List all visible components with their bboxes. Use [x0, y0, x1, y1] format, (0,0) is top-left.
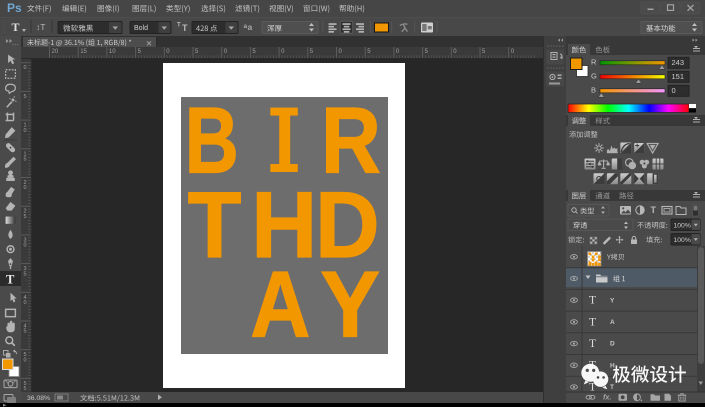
svg-text:0: 0 — [511, 49, 515, 55]
svg-text:5: 5 — [24, 94, 27, 100]
svg-text:5: 5 — [24, 329, 27, 335]
svg-text:D: D — [610, 341, 615, 348]
svg-text:T: T — [610, 384, 614, 391]
svg-text:20: 20 — [52, 49, 59, 55]
svg-text:0: 0 — [24, 357, 27, 363]
svg-text:T: T — [589, 316, 596, 328]
svg-text:0: 0 — [24, 243, 27, 249]
svg-text:151: 151 — [672, 72, 685, 81]
svg-text:5: 5 — [367, 49, 371, 55]
svg-text:0: 0 — [281, 49, 285, 55]
svg-text:5: 5 — [310, 49, 314, 55]
svg-text:5: 5 — [24, 386, 27, 392]
svg-text:0: 0 — [24, 185, 27, 191]
svg-text:5: 5 — [24, 157, 27, 163]
svg-text:36.08%: 36.08% — [27, 395, 50, 402]
svg-text:T: T — [182, 23, 188, 33]
svg-text:5: 5 — [482, 49, 486, 55]
svg-text:↕T: ↕T — [36, 22, 45, 32]
svg-text:0: 0 — [224, 49, 228, 55]
svg-text:Y: Y — [610, 297, 615, 304]
svg-text:0: 0 — [24, 65, 27, 71]
svg-text:G: G — [591, 72, 597, 81]
svg-text:T: T — [188, 174, 242, 278]
svg-text:0: 0 — [672, 86, 676, 95]
svg-text:5: 5 — [195, 49, 199, 55]
svg-text:0: 0 — [339, 49, 343, 55]
svg-text:Bold: Bold — [134, 25, 148, 32]
svg-text:H: H — [610, 362, 615, 369]
svg-text:fx.: fx. — [603, 392, 611, 401]
svg-text:5: 5 — [138, 49, 142, 55]
svg-text:B: B — [591, 86, 596, 95]
svg-text:100%: 100% — [674, 222, 691, 229]
svg-text:100%: 100% — [674, 237, 691, 244]
svg-text:T: T — [177, 22, 181, 28]
svg-text:T: T — [589, 338, 596, 350]
svg-text:0: 0 — [166, 49, 170, 55]
svg-text:5: 5 — [24, 214, 27, 220]
svg-text:243: 243 — [672, 58, 685, 67]
svg-text:5: 5 — [425, 49, 429, 55]
svg-text:5: 5 — [24, 271, 27, 277]
svg-text:0: 0 — [24, 300, 27, 306]
svg-text:T: T — [12, 20, 20, 34]
svg-text:A: A — [610, 319, 615, 326]
svg-text:15: 15 — [80, 49, 87, 55]
svg-text:5: 5 — [252, 49, 256, 55]
svg-text:R: R — [591, 58, 597, 67]
svg-text:0: 0 — [396, 49, 400, 55]
svg-text:T: T — [6, 273, 15, 287]
svg-text:A: A — [250, 252, 310, 357]
svg-text:Ps: Ps — [7, 1, 22, 15]
svg-text:a: a — [248, 22, 253, 32]
svg-text:T: T — [589, 295, 596, 307]
svg-text:Y: Y — [320, 253, 380, 357]
svg-text:0: 0 — [453, 49, 457, 55]
svg-text:10: 10 — [109, 49, 116, 55]
svg-text:0: 0 — [24, 128, 27, 134]
